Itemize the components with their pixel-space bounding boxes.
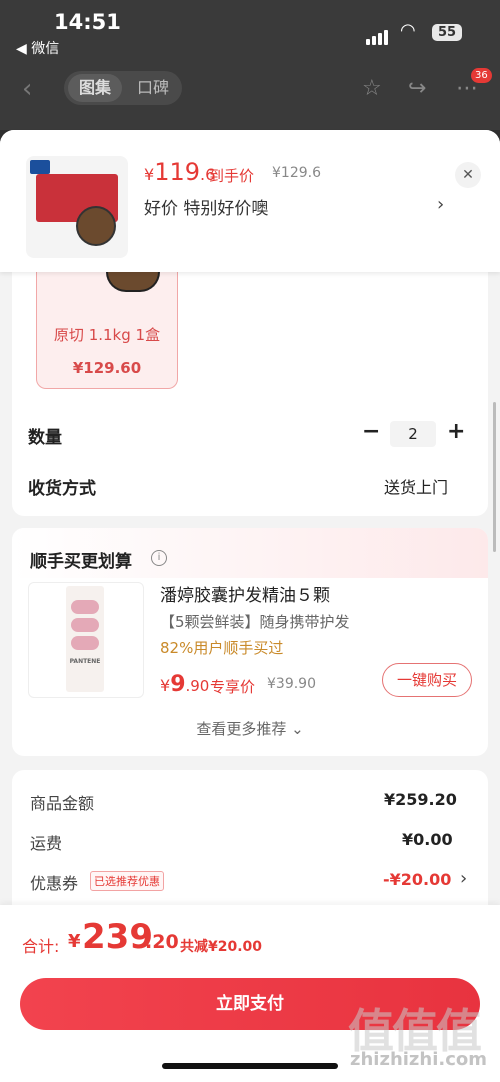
chevron-down-icon: ⌄ <box>291 720 304 738</box>
final-price-label: 到手价 <box>209 167 255 185</box>
freight-value: ¥0.00 <box>402 830 453 849</box>
back-to-wechat-link[interactable]: ◀ 微信 <box>16 38 59 58</box>
info-icon[interactable]: i <box>151 550 167 566</box>
upsell-product-stat: 82%用户顺手买过 <box>160 639 284 657</box>
one-click-buy-button[interactable]: 一键购买 <box>382 663 472 697</box>
battery-icon: 55 <box>432 24 462 41</box>
cellular-signal-icon <box>366 26 390 45</box>
promo-text[interactable]: 好价 特别好价噢 <box>144 194 268 219</box>
home-indicator[interactable] <box>162 1063 338 1069</box>
status-time: 14:51 <box>54 10 121 34</box>
shipping-method[interactable]: 送货上门 <box>384 474 448 498</box>
coupon-label: 优惠券 <box>30 874 79 893</box>
back-chevron-icon[interactable]: ‹ <box>22 74 32 104</box>
scrollbar[interactable] <box>493 402 496 552</box>
upsell-title: 顺手买更划算 <box>30 552 132 572</box>
quantity-label: 数量 <box>28 428 62 448</box>
more-recommendations-label: 查看更多推荐 <box>196 720 287 738</box>
notification-badge: 36 <box>471 68 492 83</box>
coupon-tag: 已选推荐优惠 <box>90 871 164 891</box>
final-price: ¥119.6 <box>144 158 216 186</box>
tab-gallery[interactable]: 图集 <box>68 74 122 102</box>
shipping-label: 收货方式 <box>28 479 96 499</box>
total-currency: ¥ <box>68 931 81 952</box>
total-label: 合计: <box>22 937 60 956</box>
exclusive-price-label: 专享价 <box>210 678 256 696</box>
watermark-url: zhizhizhi.com <box>350 1049 488 1070</box>
pantene-product-image: PANTENE <box>66 586 104 692</box>
share-icon[interactable]: ↪ <box>408 76 426 101</box>
goods-amount-label: 商品金额 <box>30 794 95 813</box>
quantity-input[interactable]: 2 <box>390 421 436 447</box>
sku-price: ¥129.60 <box>72 359 142 377</box>
upsell-product-subtitle: 【5颗尝鲜装】随身携带护发 <box>160 613 350 631</box>
freight-label: 运费 <box>30 834 63 853</box>
upsell-product-price: ¥9.90 <box>160 672 210 697</box>
promo-chevron-icon[interactable]: › <box>437 194 444 215</box>
product-thumbnail[interactable] <box>26 156 128 258</box>
coupon-chevron-icon[interactable]: › <box>460 868 467 889</box>
total-amount-int: 239 <box>82 917 153 957</box>
minus-icon[interactable]: − <box>362 419 380 444</box>
total-saved: 共减¥20.00 <box>180 939 263 955</box>
upsell-original-price: ¥39.90 <box>267 676 316 692</box>
coupon-value[interactable]: -¥20.00 <box>383 870 451 889</box>
pantene-brand-text: PANTENE <box>69 658 101 665</box>
sams-logo-icon <box>30 160 50 174</box>
star-icon[interactable]: ☆ <box>362 76 382 101</box>
total-amount-dec: .20 <box>145 931 179 953</box>
goods-amount-value: ¥259.20 <box>384 790 457 809</box>
close-icon[interactable]: ✕ <box>455 162 481 188</box>
wifi-icon: ◠ <box>400 20 416 41</box>
more-recommendations-link[interactable]: 查看更多推荐 ⌄ <box>0 718 500 739</box>
tab-reviews[interactable]: 口碑 <box>126 74 180 102</box>
original-price: ¥129.6 <box>272 165 321 181</box>
sku-name: 原切 1.1kg 1盒 <box>53 326 161 344</box>
upsell-product-title[interactable]: 潘婷胶囊护发精油５颗 <box>160 581 330 606</box>
plus-icon[interactable]: + <box>447 419 465 444</box>
